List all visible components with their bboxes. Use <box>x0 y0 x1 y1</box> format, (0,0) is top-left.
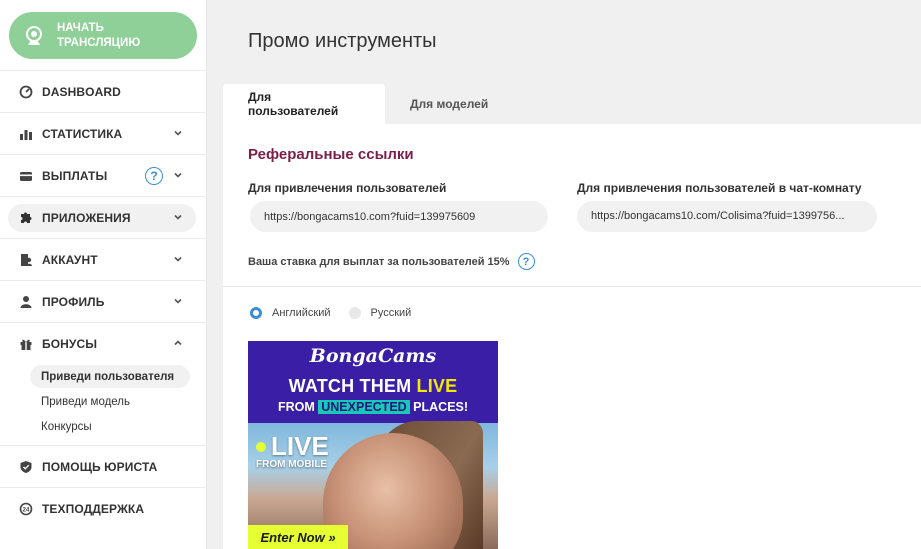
account-icon <box>18 252 34 268</box>
sidebar: НАЧАТЬ ТРАНСЛЯЦИЮ DASHBOARD СТАТИСТИКА В… <box>0 0 207 549</box>
page-title: Промо инструменты <box>248 30 437 52</box>
sidebar-nav: DASHBOARD СТАТИСТИКА ВЫПЛАТЫ ? ПРИЛОЖЕНИ… <box>0 70 207 529</box>
sidebar-item-label: ПОМОЩЬ ЮРИСТА <box>42 459 158 474</box>
banner-headline: WATCH THEM LIVE <box>288 376 458 396</box>
payout-rate: Ваша ставка для выплат за пользователей … <box>248 253 535 270</box>
sidebar-item-payouts[interactable]: ВЫПЛАТЫ ? <box>0 154 207 196</box>
radio-selected-icon <box>250 307 262 319</box>
sidebar-item-account[interactable]: АККАУНТ <box>0 238 207 280</box>
sidebar-item-support[interactable]: 24 ТЕХПОДДЕРЖКА <box>0 487 207 529</box>
chevron-down-icon[interactable] <box>173 128 183 138</box>
bonuses-submenu: Приведи пользователя Приведи модель Конк… <box>0 364 207 439</box>
sidebar-item-label: ТЕХПОДДЕРЖКА <box>42 501 145 516</box>
card-icon <box>18 168 34 184</box>
help-icon[interactable]: ? <box>145 167 163 185</box>
section-title: Реферальные ссылки <box>248 146 414 163</box>
tabs: Для пользователей Для моделей <box>223 84 514 124</box>
sidebar-item-label: ПРОФИЛЬ <box>42 294 105 309</box>
tab-for-models[interactable]: Для моделей <box>385 84 514 124</box>
payout-rate-text: Ваша ставка для выплат за пользователей … <box>248 255 510 268</box>
sidebar-item-statistics[interactable]: СТАТИСТИКА <box>0 112 207 154</box>
submenu-item-invite-model[interactable]: Приведи модель <box>0 389 207 414</box>
sidebar-item-apps[interactable]: ПРИЛОЖЕНИЯ <box>0 196 207 238</box>
webcam-icon <box>26 25 42 45</box>
start-stream-label: НАЧАТЬ ТРАНСЛЯЦИЮ <box>57 21 141 49</box>
banner-subline: FROM UNEXPECTED PLACES! <box>277 400 469 414</box>
radio-label: Английский <box>272 307 331 319</box>
chevron-down-icon[interactable] <box>173 296 183 306</box>
submenu-item-invite-user[interactable]: Приведи пользователя <box>0 364 207 389</box>
sidebar-item-bonuses[interactable]: БОНУСЫ <box>0 322 207 364</box>
radio-label: Русский <box>370 307 412 319</box>
bar-chart-icon <box>18 126 34 142</box>
main-content: Промо инструменты Для пользователей Для … <box>207 0 921 549</box>
submenu-item-contests[interactable]: Конкурсы <box>0 414 207 439</box>
chat-link-label: Для привлечения пользователей в чат-комн… <box>577 181 862 195</box>
sidebar-item-label: СТАТИСТИКА <box>42 126 123 141</box>
sidebar-item-legal-help[interactable]: ПОМОЩЬ ЮРИСТА <box>0 445 207 487</box>
sidebar-item-label: БОНУСЫ <box>42 336 98 351</box>
radio-english[interactable]: Английский <box>250 307 331 319</box>
chat-referral-link-input[interactable]: https://bongacams10.com/Colisima?fuid=13… <box>577 201 877 232</box>
shield-icon <box>18 459 34 475</box>
sidebar-item-label: АККАУНТ <box>42 252 98 267</box>
sidebar-item-label: ПРИЛОЖЕНИЯ <box>42 210 131 225</box>
sidebar-item-label: ВЫПЛАТЫ <box>42 168 108 183</box>
svg-text:24: 24 <box>23 507 30 513</box>
user-icon <box>18 294 34 310</box>
chevron-up-icon[interactable] <box>173 338 183 348</box>
start-stream-button[interactable]: НАЧАТЬ ТРАНСЛЯЦИЮ <box>9 12 197 59</box>
radio-russian[interactable]: Русский <box>348 307 412 319</box>
promo-banner[interactable]: BongaCams WATCH THEM LIVE FROM UNEXPECTE… <box>248 341 498 549</box>
sidebar-item-label: DASHBOARD <box>42 84 121 99</box>
banner-logo: BongaCams <box>309 345 437 367</box>
help-icon[interactable]: ? <box>517 253 535 270</box>
tab-for-users[interactable]: Для пользователей <box>223 84 385 124</box>
live-dot-icon <box>256 441 266 452</box>
users-link-label: Для привлечения пользователей <box>248 181 447 195</box>
sidebar-item-profile[interactable]: ПРОФИЛЬ <box>0 280 207 322</box>
gift-icon <box>18 336 34 352</box>
divider <box>223 286 921 287</box>
promo-panel: Реферальные ссылки Для привлечения польз… <box>223 124 921 549</box>
dashboard-icon <box>18 84 34 100</box>
banner-enter-button[interactable]: Enter Now » <box>248 525 348 549</box>
chevron-down-icon[interactable] <box>173 170 183 180</box>
users-referral-link-input[interactable] <box>250 201 548 232</box>
language-selector: Английский Русский <box>250 307 429 319</box>
support-icon: 24 <box>18 501 34 517</box>
app-root: НАЧАТЬ ТРАНСЛЯЦИЮ DASHBOARD СТАТИСТИКА В… <box>0 0 921 549</box>
puzzle-icon <box>18 210 34 226</box>
banner-from-mobile: FROM MOBILE <box>256 459 328 470</box>
radio-unselected-icon <box>348 307 361 319</box>
sidebar-item-dashboard[interactable]: DASHBOARD <box>0 70 207 112</box>
banner-live: LIVE <box>256 431 329 462</box>
chevron-down-icon[interactable] <box>173 212 183 222</box>
chevron-down-icon[interactable] <box>173 254 183 264</box>
